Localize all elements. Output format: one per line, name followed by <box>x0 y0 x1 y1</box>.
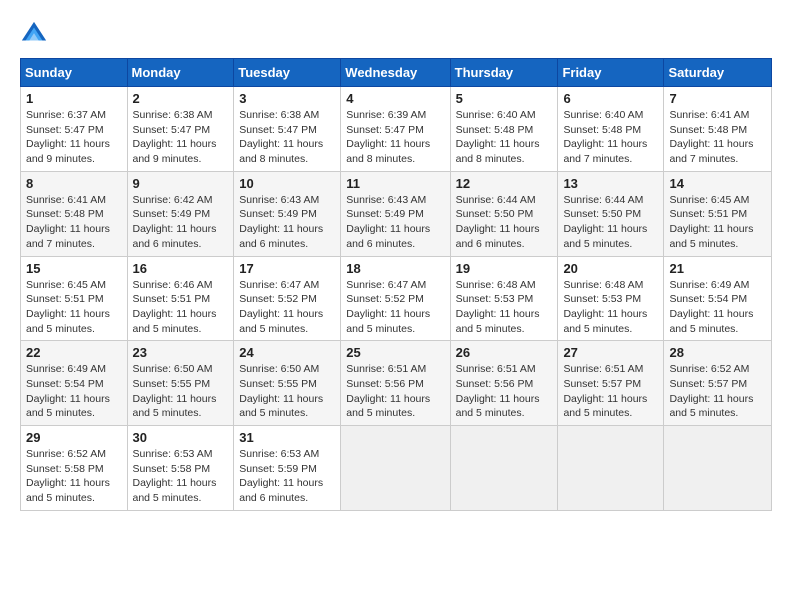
calendar-day-1: 1Sunrise: 6:37 AMSunset: 5:47 PMDaylight… <box>21 87 128 172</box>
calendar-header-row: SundayMondayTuesdayWednesdayThursdayFrid… <box>21 59 772 87</box>
calendar-day-21: 21Sunrise: 6:49 AMSunset: 5:54 PMDayligh… <box>664 256 772 341</box>
calendar-day-5: 5Sunrise: 6:40 AMSunset: 5:48 PMDaylight… <box>450 87 558 172</box>
calendar-day-4: 4Sunrise: 6:39 AMSunset: 5:47 PMDaylight… <box>341 87 450 172</box>
calendar-day-18: 18Sunrise: 6:47 AMSunset: 5:52 PMDayligh… <box>341 256 450 341</box>
calendar-day-22: 22Sunrise: 6:49 AMSunset: 5:54 PMDayligh… <box>21 341 128 426</box>
calendar-day-29: 29Sunrise: 6:52 AMSunset: 5:58 PMDayligh… <box>21 426 128 511</box>
calendar-week-5: 29Sunrise: 6:52 AMSunset: 5:58 PMDayligh… <box>21 426 772 511</box>
logo <box>20 20 52 48</box>
calendar-day-13: 13Sunrise: 6:44 AMSunset: 5:50 PMDayligh… <box>558 171 664 256</box>
header-thursday: Thursday <box>450 59 558 87</box>
calendar-day-7: 7Sunrise: 6:41 AMSunset: 5:48 PMDaylight… <box>664 87 772 172</box>
calendar-day-empty <box>558 426 664 511</box>
calendar-day-2: 2Sunrise: 6:38 AMSunset: 5:47 PMDaylight… <box>127 87 234 172</box>
calendar-day-23: 23Sunrise: 6:50 AMSunset: 5:55 PMDayligh… <box>127 341 234 426</box>
header-monday: Monday <box>127 59 234 87</box>
header-friday: Friday <box>558 59 664 87</box>
logo-icon <box>20 20 48 48</box>
calendar-week-1: 1Sunrise: 6:37 AMSunset: 5:47 PMDaylight… <box>21 87 772 172</box>
calendar-day-empty <box>450 426 558 511</box>
calendar-day-8: 8Sunrise: 6:41 AMSunset: 5:48 PMDaylight… <box>21 171 128 256</box>
calendar-day-16: 16Sunrise: 6:46 AMSunset: 5:51 PMDayligh… <box>127 256 234 341</box>
calendar-day-24: 24Sunrise: 6:50 AMSunset: 5:55 PMDayligh… <box>234 341 341 426</box>
calendar-day-20: 20Sunrise: 6:48 AMSunset: 5:53 PMDayligh… <box>558 256 664 341</box>
calendar-day-17: 17Sunrise: 6:47 AMSunset: 5:52 PMDayligh… <box>234 256 341 341</box>
calendar-day-11: 11Sunrise: 6:43 AMSunset: 5:49 PMDayligh… <box>341 171 450 256</box>
header-tuesday: Tuesday <box>234 59 341 87</box>
calendar-day-31: 31Sunrise: 6:53 AMSunset: 5:59 PMDayligh… <box>234 426 341 511</box>
header-sunday: Sunday <box>21 59 128 87</box>
calendar-day-3: 3Sunrise: 6:38 AMSunset: 5:47 PMDaylight… <box>234 87 341 172</box>
page-header <box>20 20 772 48</box>
calendar-day-9: 9Sunrise: 6:42 AMSunset: 5:49 PMDaylight… <box>127 171 234 256</box>
calendar-day-empty <box>664 426 772 511</box>
calendar-day-30: 30Sunrise: 6:53 AMSunset: 5:58 PMDayligh… <box>127 426 234 511</box>
calendar-day-25: 25Sunrise: 6:51 AMSunset: 5:56 PMDayligh… <box>341 341 450 426</box>
calendar-week-2: 8Sunrise: 6:41 AMSunset: 5:48 PMDaylight… <box>21 171 772 256</box>
header-wednesday: Wednesday <box>341 59 450 87</box>
calendar-day-27: 27Sunrise: 6:51 AMSunset: 5:57 PMDayligh… <box>558 341 664 426</box>
calendar-day-28: 28Sunrise: 6:52 AMSunset: 5:57 PMDayligh… <box>664 341 772 426</box>
calendar-table: SundayMondayTuesdayWednesdayThursdayFrid… <box>20 58 772 511</box>
calendar-day-6: 6Sunrise: 6:40 AMSunset: 5:48 PMDaylight… <box>558 87 664 172</box>
calendar-week-4: 22Sunrise: 6:49 AMSunset: 5:54 PMDayligh… <box>21 341 772 426</box>
calendar-day-12: 12Sunrise: 6:44 AMSunset: 5:50 PMDayligh… <box>450 171 558 256</box>
calendar-day-19: 19Sunrise: 6:48 AMSunset: 5:53 PMDayligh… <box>450 256 558 341</box>
calendar-day-10: 10Sunrise: 6:43 AMSunset: 5:49 PMDayligh… <box>234 171 341 256</box>
calendar-day-empty <box>341 426 450 511</box>
calendar-day-26: 26Sunrise: 6:51 AMSunset: 5:56 PMDayligh… <box>450 341 558 426</box>
calendar-week-3: 15Sunrise: 6:45 AMSunset: 5:51 PMDayligh… <box>21 256 772 341</box>
calendar-day-14: 14Sunrise: 6:45 AMSunset: 5:51 PMDayligh… <box>664 171 772 256</box>
calendar-day-15: 15Sunrise: 6:45 AMSunset: 5:51 PMDayligh… <box>21 256 128 341</box>
header-saturday: Saturday <box>664 59 772 87</box>
